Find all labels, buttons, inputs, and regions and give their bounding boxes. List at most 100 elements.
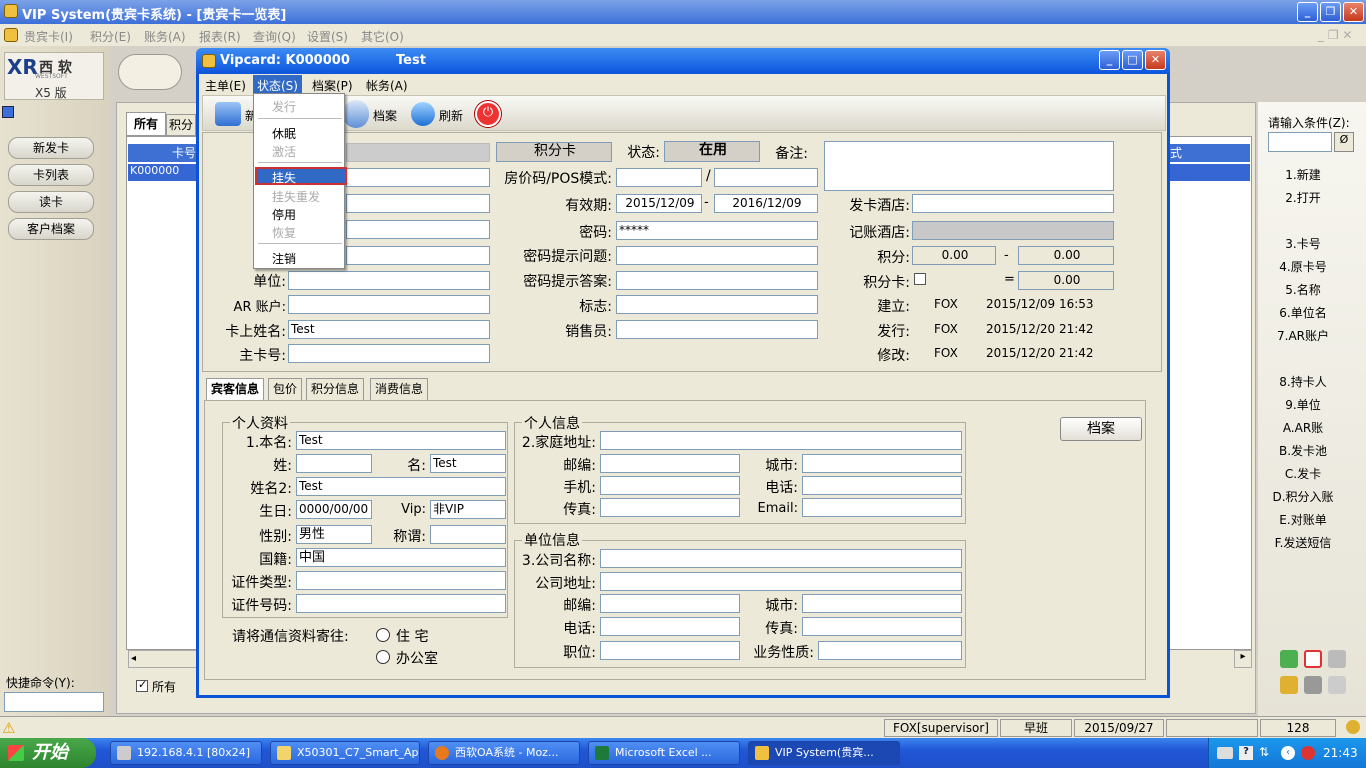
name2-field[interactable]: Test bbox=[296, 477, 506, 496]
issue-hotel-field[interactable] bbox=[912, 194, 1114, 213]
network-icon[interactable]: ⇅ bbox=[1259, 745, 1269, 759]
field-4[interactable] bbox=[346, 220, 490, 239]
valid-to-field[interactable]: 2016/12/09 bbox=[714, 194, 818, 213]
status-item-activate[interactable]: 激活 bbox=[272, 143, 296, 160]
business-type-field[interactable] bbox=[818, 641, 962, 660]
warning-icon[interactable]: ⚠ bbox=[2, 719, 15, 737]
link-card-no[interactable]: 3.卡号 bbox=[1258, 235, 1348, 252]
points-card-checkbox[interactable] bbox=[914, 273, 926, 285]
fullname-field[interactable]: Test bbox=[296, 431, 506, 450]
dialog-close-button[interactable]: ✕ bbox=[1145, 50, 1166, 70]
status-item-report-loss[interactable]: 挂失 bbox=[272, 169, 296, 186]
field-5[interactable] bbox=[346, 246, 490, 265]
scroll-right-icon[interactable]: ▸ bbox=[1234, 650, 1252, 668]
password-field[interactable]: ***** bbox=[616, 221, 818, 240]
menu-accounts[interactable]: 账务(A) bbox=[144, 28, 186, 45]
col-right[interactable]: 式 bbox=[1168, 144, 1250, 162]
task-excel[interactable]: Microsoft Excel ... bbox=[588, 741, 740, 765]
doc-scroll-icon[interactable] bbox=[118, 54, 182, 90]
tray-back-icon[interactable]: ‹ bbox=[1281, 746, 1295, 760]
menu-query[interactable]: 查询(Q) bbox=[253, 28, 296, 45]
all-checkbox[interactable]: ✓ bbox=[136, 678, 148, 692]
status-item-cancel[interactable]: 注销 bbox=[272, 250, 296, 267]
menu-reports[interactable]: 报表(R) bbox=[199, 28, 241, 45]
tab-all[interactable]: 所有 bbox=[126, 112, 166, 136]
link-open[interactable]: 2.打开 bbox=[1258, 189, 1348, 206]
position-field[interactable] bbox=[600, 641, 740, 660]
archive-icon[interactable] bbox=[343, 100, 369, 128]
link-card-pool[interactable]: B.发卡池 bbox=[1258, 442, 1348, 459]
tab-points-info[interactable]: 积分信息 bbox=[306, 378, 365, 400]
task-putty[interactable]: 192.168.4.1 [80x24] bbox=[110, 741, 262, 765]
search-input[interactable] bbox=[1268, 132, 1332, 152]
dmenu-main[interactable]: 主单(E) bbox=[205, 77, 246, 94]
vip-field[interactable]: 非VIP bbox=[430, 500, 506, 519]
table-row-right[interactable] bbox=[1168, 164, 1250, 181]
minimize-button[interactable]: _ bbox=[1297, 2, 1318, 22]
status-item-issue[interactable]: 发行 bbox=[272, 98, 296, 115]
help-icon[interactable]: ? bbox=[1239, 746, 1253, 760]
status-item-dormant[interactable]: 休眠 bbox=[272, 125, 296, 142]
start-button[interactable]: 开始 bbox=[0, 738, 96, 768]
scroll-left-icon[interactable]: ◂ bbox=[131, 653, 136, 664]
pw-question-field[interactable] bbox=[616, 246, 818, 265]
print-icon[interactable] bbox=[1304, 676, 1322, 694]
mdi-controls[interactable]: _ ❐ ✕ bbox=[1318, 28, 1352, 42]
company-addr-field[interactable] bbox=[600, 572, 962, 591]
mail-office-radio[interactable] bbox=[376, 650, 390, 664]
zip-field[interactable] bbox=[600, 454, 740, 473]
link-issue[interactable]: C.发卡 bbox=[1258, 465, 1348, 482]
tab-points[interactable]: 积分 bbox=[166, 114, 196, 136]
status-tray-icon[interactable] bbox=[1346, 720, 1360, 734]
link-statement[interactable]: E.对账单 bbox=[1258, 511, 1348, 528]
home-addr-field[interactable] bbox=[600, 431, 962, 450]
link-unit-name[interactable]: 6.单位名 bbox=[1258, 304, 1348, 321]
email-field[interactable] bbox=[802, 498, 962, 517]
company-name-field[interactable] bbox=[600, 549, 962, 568]
status-item-restore[interactable]: 恢复 bbox=[272, 224, 296, 241]
dialog-minimize-button[interactable]: _ bbox=[1099, 50, 1120, 70]
quick-command-input[interactable] bbox=[4, 692, 104, 712]
power-exit-icon[interactable]: ⏻ bbox=[475, 101, 501, 127]
status-item-reissue[interactable]: 挂失重发 bbox=[272, 188, 320, 205]
room-rate-field[interactable] bbox=[616, 168, 702, 187]
given-name-field[interactable]: Test bbox=[430, 454, 506, 473]
mobile-field[interactable] bbox=[600, 476, 740, 495]
read-card-button[interactable]: 读卡 bbox=[8, 191, 94, 213]
back-icon[interactable] bbox=[1280, 650, 1298, 668]
link-new[interactable]: 1.新建 bbox=[1258, 166, 1348, 183]
ar-account-field[interactable] bbox=[288, 295, 490, 314]
salesperson-field[interactable] bbox=[616, 320, 818, 339]
fax-field[interactable] bbox=[600, 498, 740, 517]
customer-file-button[interactable]: 客户档案 bbox=[8, 218, 94, 240]
refresh-icon[interactable] bbox=[411, 102, 435, 126]
new-card-icon[interactable] bbox=[215, 102, 241, 126]
task-vip-system[interactable]: VIP System(贵宾... bbox=[748, 741, 900, 765]
company-fax-field[interactable] bbox=[802, 617, 962, 636]
remark-field[interactable] bbox=[824, 141, 1114, 191]
company-phone-field[interactable] bbox=[600, 617, 740, 636]
city-field[interactable] bbox=[802, 454, 962, 473]
panel-toggle-icon[interactable] bbox=[2, 106, 14, 118]
link-sms[interactable]: F.发送短信 bbox=[1258, 534, 1348, 551]
valid-from-field[interactable]: 2015/12/09 bbox=[616, 194, 702, 213]
grid-icon[interactable] bbox=[1304, 650, 1322, 668]
menu-other[interactable]: 其它(O) bbox=[361, 28, 404, 45]
card-no-field[interactable] bbox=[346, 143, 490, 162]
toolbar-refresh-label[interactable]: 刷新 bbox=[439, 107, 463, 124]
gender-field[interactable]: 男性 bbox=[296, 525, 372, 544]
menu-points[interactable]: 积分(E) bbox=[90, 28, 131, 45]
card-list-button[interactable]: 卡列表 bbox=[8, 164, 94, 186]
toolbar-archive-label[interactable]: 档案 bbox=[373, 107, 397, 124]
card-name-field[interactable]: Test bbox=[288, 320, 490, 339]
main-card-field[interactable] bbox=[288, 344, 490, 363]
phone-field[interactable] bbox=[802, 476, 962, 495]
pos-mode-field[interactable] bbox=[714, 168, 818, 187]
search-button[interactable]: Ø bbox=[1334, 132, 1354, 152]
export-icon[interactable] bbox=[1328, 676, 1346, 694]
link-name[interactable]: 5.名称 bbox=[1258, 281, 1348, 298]
title-field[interactable] bbox=[430, 525, 506, 544]
company-zip-field[interactable] bbox=[600, 594, 740, 613]
link-points-post[interactable]: D.积分入账 bbox=[1258, 488, 1348, 505]
task-firefox[interactable]: 西软OA系统 - Moz... bbox=[428, 741, 580, 765]
